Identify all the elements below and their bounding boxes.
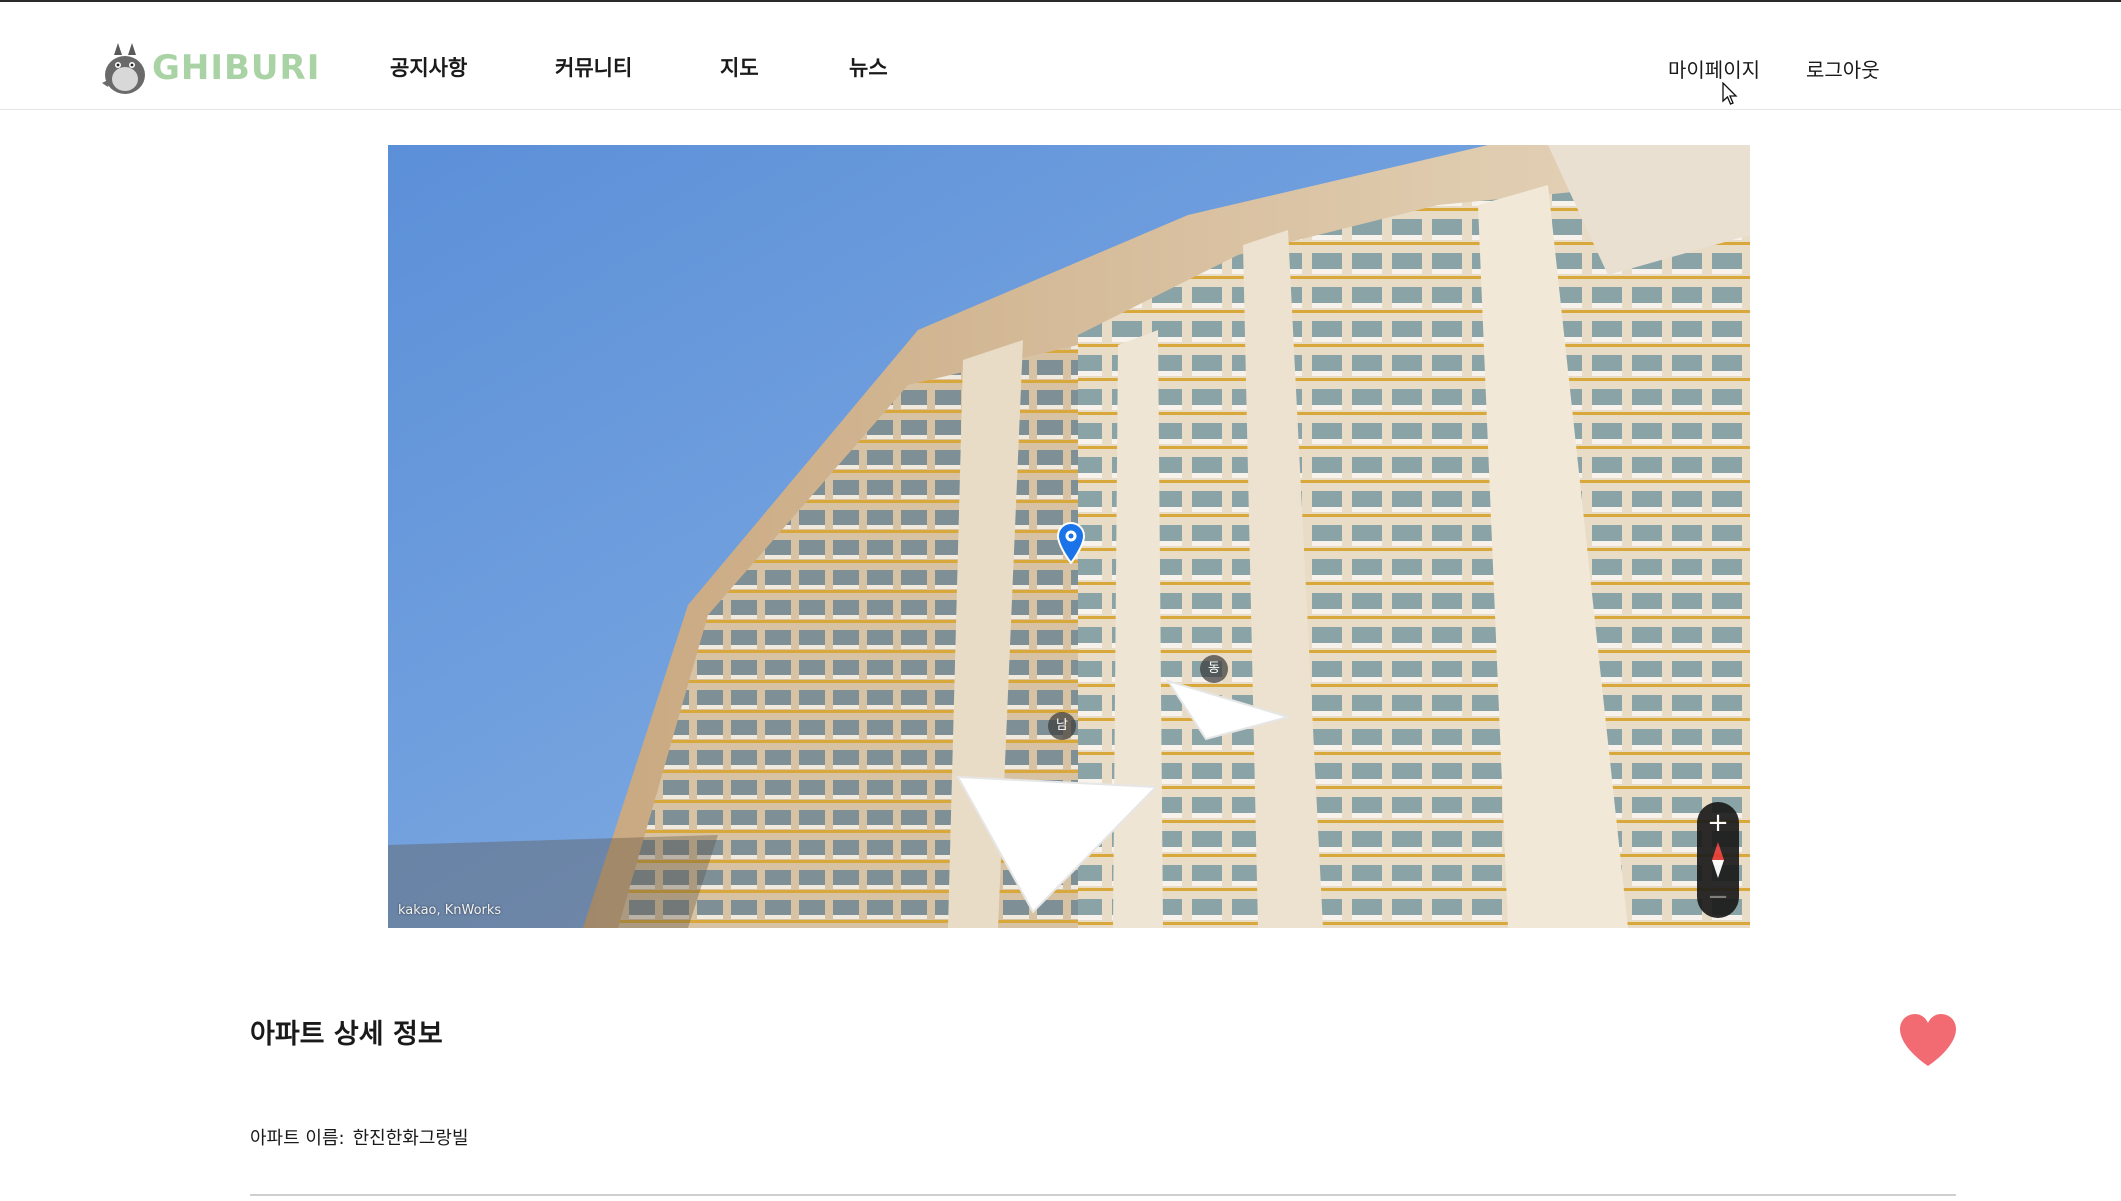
compass-icon[interactable] <box>1710 842 1726 878</box>
section-divider <box>250 1194 1956 1196</box>
mypage-link[interactable]: 마이페이지 <box>1668 54 1760 83</box>
direction-label-east: 동 <box>1200 655 1228 683</box>
roadview-zoom-control: + − <box>1697 802 1739 918</box>
totoro-logo-icon <box>102 43 145 94</box>
apartment-name-label: 아파트 이름: <box>250 1128 345 1149</box>
apartment-detail-title: 아파트 상세 정보 <box>250 1019 443 1050</box>
zoom-out-button[interactable]: − <box>1697 880 1739 914</box>
location-pin-icon[interactable] <box>1056 522 1086 564</box>
nav-notice[interactable]: 공지사항 <box>390 52 467 82</box>
favorite-heart-icon[interactable] <box>1898 1012 1958 1068</box>
map-copyright: kakao, KnWorks <box>398 903 502 918</box>
move-arrow-east-icon[interactable] <box>1166 673 1296 743</box>
nav-news[interactable]: 뉴스 <box>849 52 888 82</box>
nav-community[interactable]: 커뮤니티 <box>555 52 632 82</box>
mouse-cursor-icon <box>1722 82 1738 105</box>
roadview-panorama[interactable]: 남 동 kakao, KnWorks + − <box>388 145 1750 928</box>
direction-label-south: 남 <box>1048 712 1076 740</box>
apartment-name-value: 한진한화그랑빌 <box>352 1128 469 1149</box>
site-logo[interactable]: GHIBURI <box>100 40 320 96</box>
site-header: GHIBURI 공지사항 커뮤니티 지도 뉴스 마이페이지 로그아웃 <box>0 2 2121 110</box>
logo-text: GHIBURI <box>152 48 321 88</box>
logout-link[interactable]: 로그아웃 <box>1806 54 1880 83</box>
zoom-in-button[interactable]: + <box>1697 806 1739 840</box>
move-arrow-forward-icon[interactable] <box>948 757 1168 917</box>
nav-map[interactable]: 지도 <box>720 52 759 82</box>
apartment-name-row: 아파트 이름: 한진한화그랑빌 <box>250 1124 469 1150</box>
